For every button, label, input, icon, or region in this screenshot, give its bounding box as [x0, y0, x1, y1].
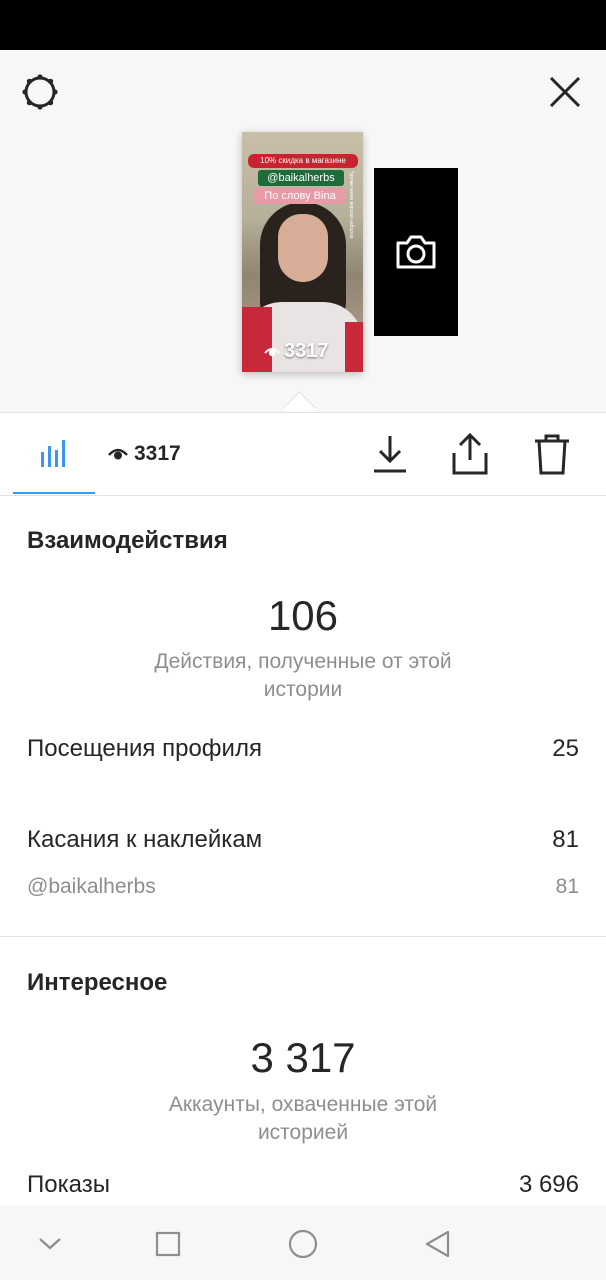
square-icon	[155, 1231, 181, 1257]
promo-sticker: 10% скидка в магазине	[248, 154, 358, 168]
share-icon	[452, 433, 488, 475]
impressions-label: Показы	[27, 1171, 110, 1198]
interactions-caption: Действия, полученные от этой истории	[154, 650, 452, 701]
code-word-sticker: По слову Bina	[254, 188, 346, 204]
trash-icon	[535, 434, 569, 475]
sticker-handle-value: 81	[555, 875, 579, 898]
interactions-title: Взаимодействия	[27, 527, 228, 554]
thumbnail-view-count-value: 3317	[284, 340, 329, 362]
story-thumbnail[interactable]: 10% скидка в магазине @baikalherbs По сл…	[242, 132, 363, 372]
close-button[interactable]	[541, 68, 589, 116]
bar-chart-icon	[41, 440, 65, 467]
sticker-taps-label: Касания к наклейкам	[27, 826, 263, 853]
interactions-total: 106	[267, 592, 339, 639]
sticker-taps-value: 81	[552, 826, 579, 853]
eye-icon	[108, 448, 128, 460]
profile-visits-label: Посещения профиля	[27, 735, 262, 762]
profile-visits-value: 25	[552, 735, 579, 762]
chevron-down-icon	[39, 1238, 61, 1250]
viewers-count: 3317	[134, 442, 181, 465]
nav-recents-button[interactable]	[144, 1220, 192, 1268]
share-button[interactable]	[446, 428, 494, 480]
settings-button[interactable]	[16, 68, 64, 116]
tab-viewers[interactable]: 3317	[108, 439, 181, 469]
camera-icon	[396, 235, 436, 269]
side-caption: *кроме мини версии наборов	[348, 171, 354, 239]
nav-back-button[interactable]	[413, 1220, 461, 1268]
discovery-caption: Аккаунты, охваченные этой историей	[168, 1093, 438, 1144]
tab-insights[interactable]	[13, 413, 95, 493]
close-icon	[549, 76, 581, 108]
mention-sticker: @baikalherbs	[258, 170, 344, 186]
sticker-handle-label: @baikalherbs	[27, 875, 156, 898]
insights-toolbar: 3317	[0, 412, 606, 496]
gear-icon	[22, 74, 58, 110]
nav-down-button[interactable]	[26, 1220, 74, 1268]
impressions-value: 3 696	[518, 1171, 579, 1198]
add-story-card[interactable]	[374, 168, 458, 336]
circle-icon	[288, 1229, 318, 1259]
nav-home-button[interactable]	[279, 1220, 327, 1268]
discovery-title: Интересное	[27, 969, 168, 996]
story-photo-face	[278, 214, 328, 282]
download-icon	[374, 436, 406, 473]
thumbnail-view-count: 3317	[264, 340, 329, 363]
triangle-back-icon	[425, 1230, 450, 1258]
eye-icon	[264, 347, 280, 356]
status-bar	[0, 0, 606, 50]
discovery-total: 3 317	[250, 1034, 356, 1081]
download-button[interactable]	[366, 428, 414, 480]
section-divider	[0, 936, 606, 937]
active-tab-indicator	[13, 492, 95, 494]
delete-button[interactable]	[526, 428, 578, 480]
story-photo-shirt-right	[345, 322, 363, 372]
